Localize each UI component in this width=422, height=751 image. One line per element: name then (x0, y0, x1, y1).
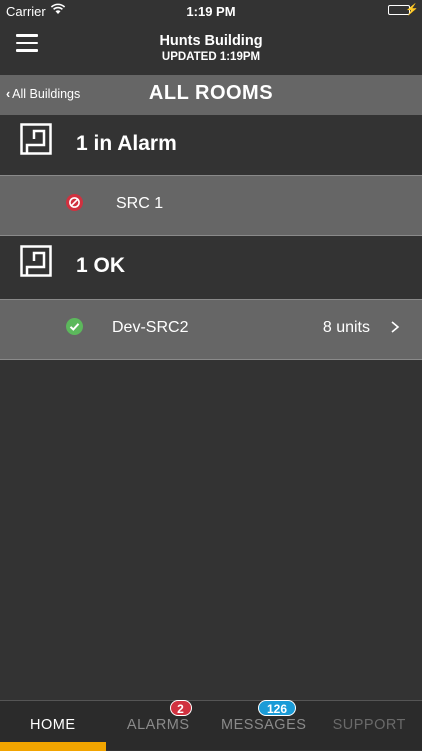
building-title: Hunts Building (0, 33, 422, 49)
tab-label: MESSAGES (211, 717, 317, 733)
units-count: 8 units (323, 319, 370, 337)
room-name: SRC 1 (116, 195, 163, 213)
tab-support[interactable]: SUPPORT (317, 701, 422, 751)
no-entry-icon (66, 194, 83, 211)
check-icon (66, 318, 83, 335)
alarms-badge: 2 (170, 700, 192, 716)
chevron-right-icon (390, 320, 400, 334)
nav-bar: Hunts Building UPDATED 1:19PM (0, 22, 422, 74)
tab-label: SUPPORT (317, 717, 422, 733)
tab-label: ALARMS (106, 717, 212, 733)
sub-header: ‹All Buildings ALL ROOMS (0, 75, 422, 115)
tab-home[interactable]: HOME (0, 701, 106, 751)
room-row-src1[interactable]: SRC 1 (0, 175, 422, 236)
tab-label: HOME (0, 717, 106, 733)
group-header-alarm: 1 in Alarm (0, 115, 422, 175)
tab-messages[interactable]: 126 MESSAGES (211, 701, 317, 751)
floorplan-icon (20, 245, 52, 277)
room-row-dev-src2[interactable]: Dev-SRC2 8 units (0, 299, 422, 360)
status-time: 1:19 PM (0, 4, 422, 19)
tab-alarms[interactable]: 2 ALARMS (106, 701, 212, 751)
group-header-ok: 1 OK (0, 237, 422, 297)
page-title: ALL ROOMS (0, 82, 422, 105)
floorplan-icon (20, 123, 52, 155)
status-bar: Carrier 1:19 PM ⚡ (0, 0, 422, 22)
tab-bar: HOME 2 ALARMS 126 MESSAGES SUPPORT (0, 700, 422, 750)
messages-badge: 126 (258, 700, 296, 716)
group-label: 1 OK (76, 254, 125, 278)
group-label: 1 in Alarm (76, 132, 177, 156)
room-name: Dev-SRC2 (112, 319, 188, 337)
updated-label: UPDATED 1:19PM (0, 50, 422, 64)
charging-icon: ⚡ (405, 3, 419, 16)
